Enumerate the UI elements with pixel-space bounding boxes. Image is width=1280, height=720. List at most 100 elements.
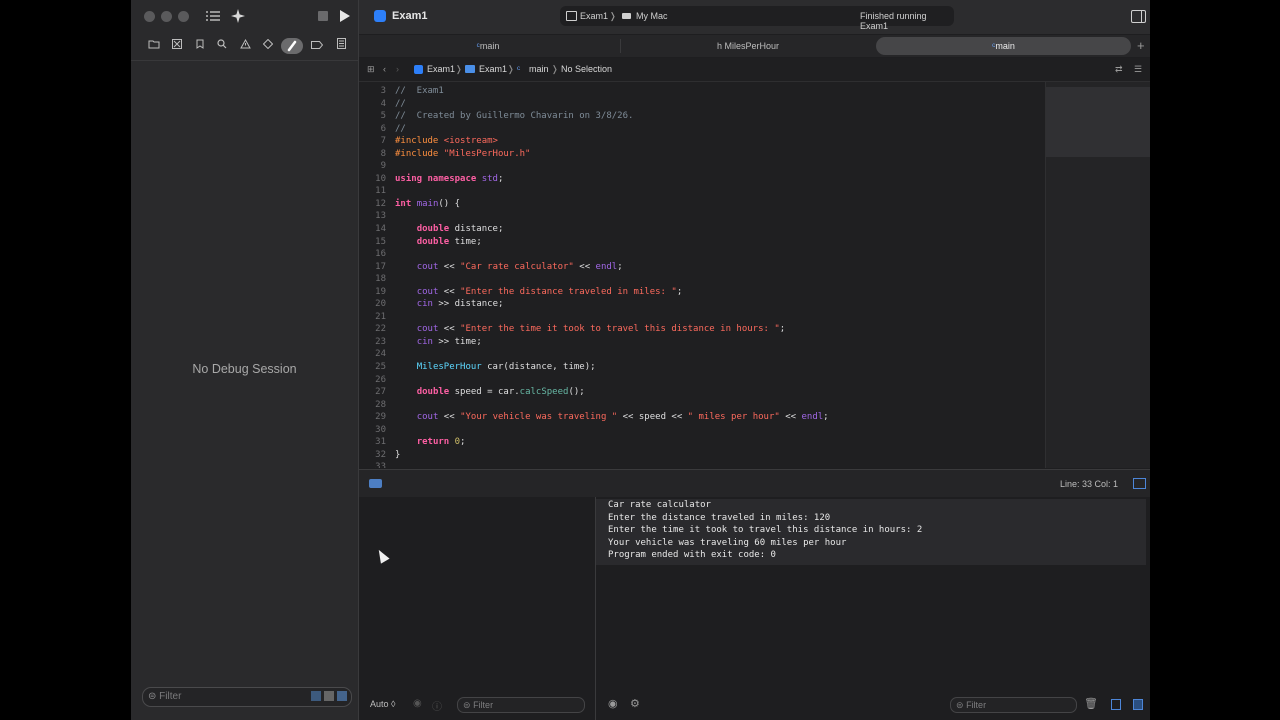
code-line[interactable]: 12 int main() { [359, 198, 1045, 211]
chevron-right-icon: ❭ [609, 11, 617, 21]
navigator-filter-field[interactable]: ⊜ Filter [142, 687, 352, 707]
sparkle-assistant-icon[interactable] [229, 8, 247, 24]
line-number: 7 [380, 136, 386, 147]
variables-toggle-icon[interactable] [1111, 699, 1121, 710]
line-number: 9 [380, 161, 386, 172]
code-line[interactable]: 11 [359, 185, 1045, 198]
tab-main-2[interactable]: ᶜmain [876, 37, 1131, 55]
code-lines: 3 // Exam1 4 // 5 // Created by Guillermo Cha… [359, 85, 1045, 468]
code-line[interactable]: 33 [359, 461, 1045, 468]
minimize-window-button[interactable] [161, 11, 172, 22]
minimap[interactable] [1045, 82, 1150, 468]
stop-button[interactable] [318, 11, 328, 21]
variables-filter-field[interactable]: ⊜ Filter [457, 697, 585, 713]
code-line[interactable]: 4 // [359, 98, 1045, 111]
debug-spray-icon[interactable] [281, 38, 303, 54]
code-line[interactable]: 24 [359, 348, 1045, 361]
auto-scope-popup[interactable]: Auto ◊ [370, 699, 395, 709]
editor-options-icon[interactable]: ☰ [1134, 64, 1142, 75]
code-line[interactable]: 5 // Created by Guillermo Chavarin on 3/8… [359, 110, 1045, 123]
code-line[interactable]: 9 [359, 160, 1045, 173]
tab-main-1[interactable]: ᶜmain [363, 37, 613, 55]
console-toggle-icon[interactable] [1133, 699, 1143, 710]
folder-icon[interactable] [145, 38, 163, 54]
tab-milesperhour[interactable]: h MilesPerHour [623, 37, 873, 55]
eye-icon[interactable]: ◉ [413, 698, 422, 709]
filter-grid-icon[interactable] [324, 691, 334, 701]
code-text: } [395, 449, 401, 460]
code-line[interactable]: 21 [359, 311, 1045, 324]
breadcrumb-file[interactable]: main [529, 64, 549, 74]
code-text: cout << "Your vehicle was traveling " <<… [416, 412, 829, 423]
code-line[interactable]: 31 return 0; [359, 436, 1045, 449]
code-line[interactable]: 15 double time; [359, 236, 1045, 249]
test-diamond-icon[interactable] [259, 38, 277, 54]
navigator-filter-placeholder: Filter [159, 691, 182, 702]
filter-recent-icon[interactable] [311, 691, 321, 701]
breadcrumb-folder[interactable]: Exam1 [479, 64, 507, 74]
console-layout-icon[interactable] [1133, 478, 1146, 489]
trash-icon[interactable]: 🗑 [1084, 697, 1098, 710]
debug-area-toggle-icon[interactable] [369, 479, 382, 488]
console-filter-field[interactable]: ⊜ Filter [950, 697, 1077, 713]
breadcrumb-project[interactable]: Exam1 [427, 64, 455, 74]
run-button[interactable] [340, 10, 350, 22]
breakpoint-tag-icon[interactable] [308, 38, 326, 54]
code-line[interactable]: 26 [359, 374, 1045, 387]
code-line[interactable]: 3 // Exam1 [359, 85, 1045, 98]
bookmark-icon[interactable] [191, 38, 209, 54]
code-line[interactable]: 18 [359, 273, 1045, 286]
code-line[interactable]: 13 [359, 210, 1045, 223]
code-text: double speed = car.calcSpeed(); [416, 387, 585, 398]
code-line[interactable]: 30 [359, 424, 1045, 437]
source-editor[interactable]: 3 // Exam1 4 // 5 // Created by Guillermo Cha… [359, 82, 1045, 468]
console-line: Your vehicle was traveling 60 miles per … [608, 537, 847, 548]
info-icon[interactable]: ⓘ [432, 698, 442, 713]
code-line[interactable]: 14 double distance; [359, 223, 1045, 236]
inspector-toggle-icon[interactable] [1131, 10, 1146, 23]
code-line[interactable]: 23 cin >> time; [359, 336, 1045, 349]
code-line[interactable]: 8 #include "MilesPerHour.h" [359, 148, 1045, 161]
code-text: using namespace std; [395, 173, 504, 184]
code-line[interactable]: 16 [359, 248, 1045, 261]
code-line[interactable]: 19 cout << "Enter the distance traveled … [359, 286, 1045, 299]
output-options-icon[interactable]: ⚙ [630, 697, 640, 710]
report-list-icon[interactable] [332, 38, 350, 54]
search-icon[interactable] [213, 38, 231, 54]
related-items-icon[interactable]: ⊞ [367, 64, 375, 75]
tab-label: MilesPerHour [724, 41, 780, 51]
console-view[interactable]: Car rate calculator Enter the distance tr… [596, 497, 1150, 720]
forward-arrow-icon[interactable]: › [396, 64, 399, 74]
code-text: #include "MilesPerHour.h" [395, 148, 531, 159]
code-line[interactable]: 28 [359, 399, 1045, 412]
code-line[interactable]: 7 #include <iostream> [359, 135, 1045, 148]
adjust-editor-icon[interactable]: ⇄ [1115, 64, 1123, 75]
close-window-button[interactable] [144, 11, 155, 22]
code-line[interactable]: 6 // [359, 123, 1045, 136]
code-line[interactable]: 27 double speed = car.calcSpeed(); [359, 386, 1045, 399]
project-icon [414, 65, 423, 74]
code-text: cin >> distance; [416, 299, 504, 310]
code-line[interactable]: 20 cin >> distance; [359, 298, 1045, 311]
scheme-selector[interactable]: Exam1 [580, 11, 608, 21]
destination-selector[interactable]: My Mac [636, 11, 668, 21]
add-tab-icon[interactable]: + [1137, 38, 1145, 53]
folder-icon [465, 65, 475, 73]
code-line[interactable]: 25 MilesPerHour car(distance, time); [359, 361, 1045, 374]
navigator-toggle-icon[interactable] [205, 9, 221, 23]
zoom-window-button[interactable] [178, 11, 189, 22]
source-control-icon[interactable] [168, 38, 186, 54]
code-line[interactable]: 29 cout << "Your vehicle was traveling "… [359, 411, 1045, 424]
line-number: 4 [380, 98, 386, 109]
warning-icon[interactable] [236, 38, 254, 54]
code-line[interactable]: 17 cout << "Car rate calculator" << endl… [359, 261, 1045, 274]
code-line[interactable]: 22 cout << "Enter the time it took to tr… [359, 323, 1045, 336]
filter-option-icon[interactable] [337, 691, 347, 701]
line-number: 31 [375, 437, 386, 448]
breadcrumb-selection[interactable]: No Selection [561, 64, 612, 74]
line-number: 5 [380, 111, 386, 122]
code-line[interactable]: 10 using namespace std; [359, 173, 1045, 186]
code-line[interactable]: 32} [359, 449, 1045, 462]
back-arrow-icon[interactable]: ‹ [383, 64, 386, 74]
eye-icon[interactable]: ◉ [608, 697, 618, 710]
